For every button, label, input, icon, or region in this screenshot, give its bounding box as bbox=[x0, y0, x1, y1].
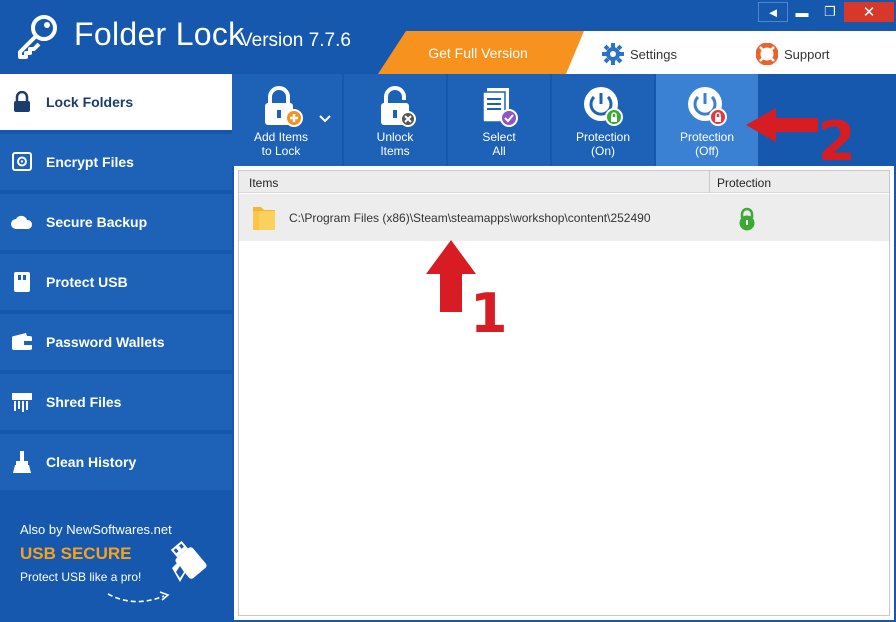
sidebar-item-secure-backup[interactable]: Secure Backup bbox=[0, 194, 232, 252]
gear-icon bbox=[602, 43, 624, 65]
add-items-label: Add Items to Lock bbox=[254, 130, 308, 158]
sidebar-item-shred-files[interactable]: Shred Files bbox=[0, 374, 232, 432]
key-logo-icon bbox=[18, 15, 57, 59]
title-bar: Folder Lock Version 7.7.6 ◄ ▬ ❐ ✕ Get Fu… bbox=[0, 0, 896, 74]
sidebar-item-encrypt-files[interactable]: Encrypt Files bbox=[0, 134, 232, 192]
add-lock-icon bbox=[265, 86, 303, 127]
sidebar-item-lock-folders[interactable]: Lock Folders bbox=[0, 74, 232, 132]
promo-also-by: Also by NewSoftwares.net bbox=[20, 522, 172, 537]
unlock-items-label: Unlock Items bbox=[377, 130, 414, 158]
maximize-button[interactable]: ❐ bbox=[816, 2, 844, 22]
annotation-label-1: 1 bbox=[470, 282, 508, 345]
protection-off-label-line2: (Off) bbox=[695, 144, 719, 158]
protection-off-button[interactable]: Protection (Off) bbox=[656, 74, 758, 166]
settings-support-panel: Settings Support bbox=[566, 31, 896, 74]
back-button[interactable]: ◄ bbox=[758, 2, 788, 22]
lock-icon bbox=[10, 90, 34, 114]
protection-on-button[interactable]: Protection (On) bbox=[552, 74, 654, 166]
protection-on-label: Protection (On) bbox=[576, 130, 630, 158]
sidebar-item-label: Encrypt Files bbox=[46, 154, 134, 170]
wallet-icon bbox=[10, 330, 34, 354]
protection-off-label-line1: Protection bbox=[679, 130, 735, 144]
sidebar-item-protect-usb[interactable]: Protect USB bbox=[0, 254, 232, 312]
protection-on-label-line1: Protection bbox=[575, 130, 631, 144]
promo-tagline: Protect USB like a pro! bbox=[20, 570, 142, 584]
column-header-protection[interactable]: Protection bbox=[717, 176, 771, 190]
locked-items-panel: Items Protection C:\Program Files (x86)\… bbox=[232, 166, 896, 622]
safe-icon bbox=[10, 150, 34, 174]
add-items-label-line1: Add Items bbox=[253, 130, 309, 144]
item-path: C:\Program Files (x86)\Steam\steamapps\w… bbox=[289, 211, 651, 225]
select-all-label: Select All bbox=[482, 130, 515, 158]
minimize-button[interactable]: ▬ bbox=[788, 2, 816, 22]
sidebar-item-label: Lock Folders bbox=[46, 94, 134, 110]
window-controls: ◄ ▬ ❐ ✕ bbox=[758, 2, 894, 22]
annotation-arrow-left-icon bbox=[746, 108, 818, 142]
select-all-icon bbox=[482, 88, 518, 127]
lifebuoy-icon bbox=[756, 43, 778, 65]
app-title: Folder Lock bbox=[74, 16, 245, 52]
unlock-items-label-line2: Items bbox=[380, 144, 410, 158]
shredder-icon bbox=[10, 390, 34, 414]
sidebar-item-password-wallets[interactable]: Password Wallets bbox=[0, 314, 232, 372]
power-off-icon bbox=[688, 87, 727, 126]
folder-icon bbox=[253, 207, 275, 230]
select-all-button[interactable]: Select All bbox=[448, 74, 550, 166]
unlock-items-label-line1: Unlock bbox=[376, 130, 414, 144]
usb-shield-icon bbox=[170, 540, 207, 582]
support-tab[interactable]: Support bbox=[756, 43, 830, 65]
close-button[interactable]: ✕ bbox=[844, 2, 894, 22]
select-all-label-line1: Select bbox=[482, 130, 516, 144]
chevron-down-icon[interactable] bbox=[318, 114, 332, 124]
sidebar-item-label: Protect USB bbox=[46, 274, 128, 290]
items-list[interactable]: Items Protection C:\Program Files (x86)\… bbox=[238, 170, 890, 616]
settings-label: Settings bbox=[630, 46, 677, 62]
sidebar: Lock Folders Encrypt Files Secure Backup… bbox=[0, 74, 232, 622]
sidebar-item-clean-history[interactable]: Clean History bbox=[0, 434, 232, 492]
add-items-label-line2: to Lock bbox=[261, 144, 301, 158]
protection-off-label: Protection (Off) bbox=[680, 130, 734, 158]
unlock-icon bbox=[381, 86, 416, 127]
protection-on-label-line2: (On) bbox=[591, 144, 615, 158]
usb-icon bbox=[10, 270, 34, 294]
sidebar-item-label: Secure Backup bbox=[46, 214, 148, 230]
broom-icon bbox=[10, 450, 34, 474]
promo-product-name: USB SECURE bbox=[20, 544, 132, 563]
sidebar-item-label: Clean History bbox=[46, 454, 137, 470]
power-on-icon bbox=[584, 87, 623, 126]
promo-arrow-icon bbox=[107, 591, 170, 603]
header-tabs: Get Full Version Settings Support bbox=[378, 31, 896, 74]
cloud-icon bbox=[10, 210, 34, 234]
table-row[interactable]: C:\Program Files (x86)\Steam\steamapps\w… bbox=[239, 194, 889, 241]
unlock-items-button[interactable]: Unlock Items bbox=[344, 74, 446, 166]
table-header: Items Protection bbox=[239, 171, 889, 193]
support-label: Support bbox=[784, 46, 830, 62]
locked-status-icon bbox=[739, 207, 755, 231]
annotation-label-2: 2 bbox=[818, 110, 856, 173]
get-full-version-tab[interactable]: Get Full Version bbox=[378, 31, 588, 74]
column-header-items[interactable]: Items bbox=[249, 176, 278, 190]
app-version: Version 7.7.6 bbox=[240, 30, 351, 51]
settings-tab[interactable]: Settings bbox=[602, 43, 677, 65]
sidebar-item-label: Shred Files bbox=[46, 394, 122, 410]
sidebar-item-label: Password Wallets bbox=[46, 334, 165, 350]
select-all-label-line2: All bbox=[492, 144, 506, 158]
column-divider[interactable] bbox=[709, 171, 710, 193]
add-items-to-lock-button[interactable]: Add Items to Lock bbox=[232, 74, 342, 166]
usb-secure-promo[interactable]: Also by NewSoftwares.net USB SECURE Prot… bbox=[0, 508, 232, 622]
